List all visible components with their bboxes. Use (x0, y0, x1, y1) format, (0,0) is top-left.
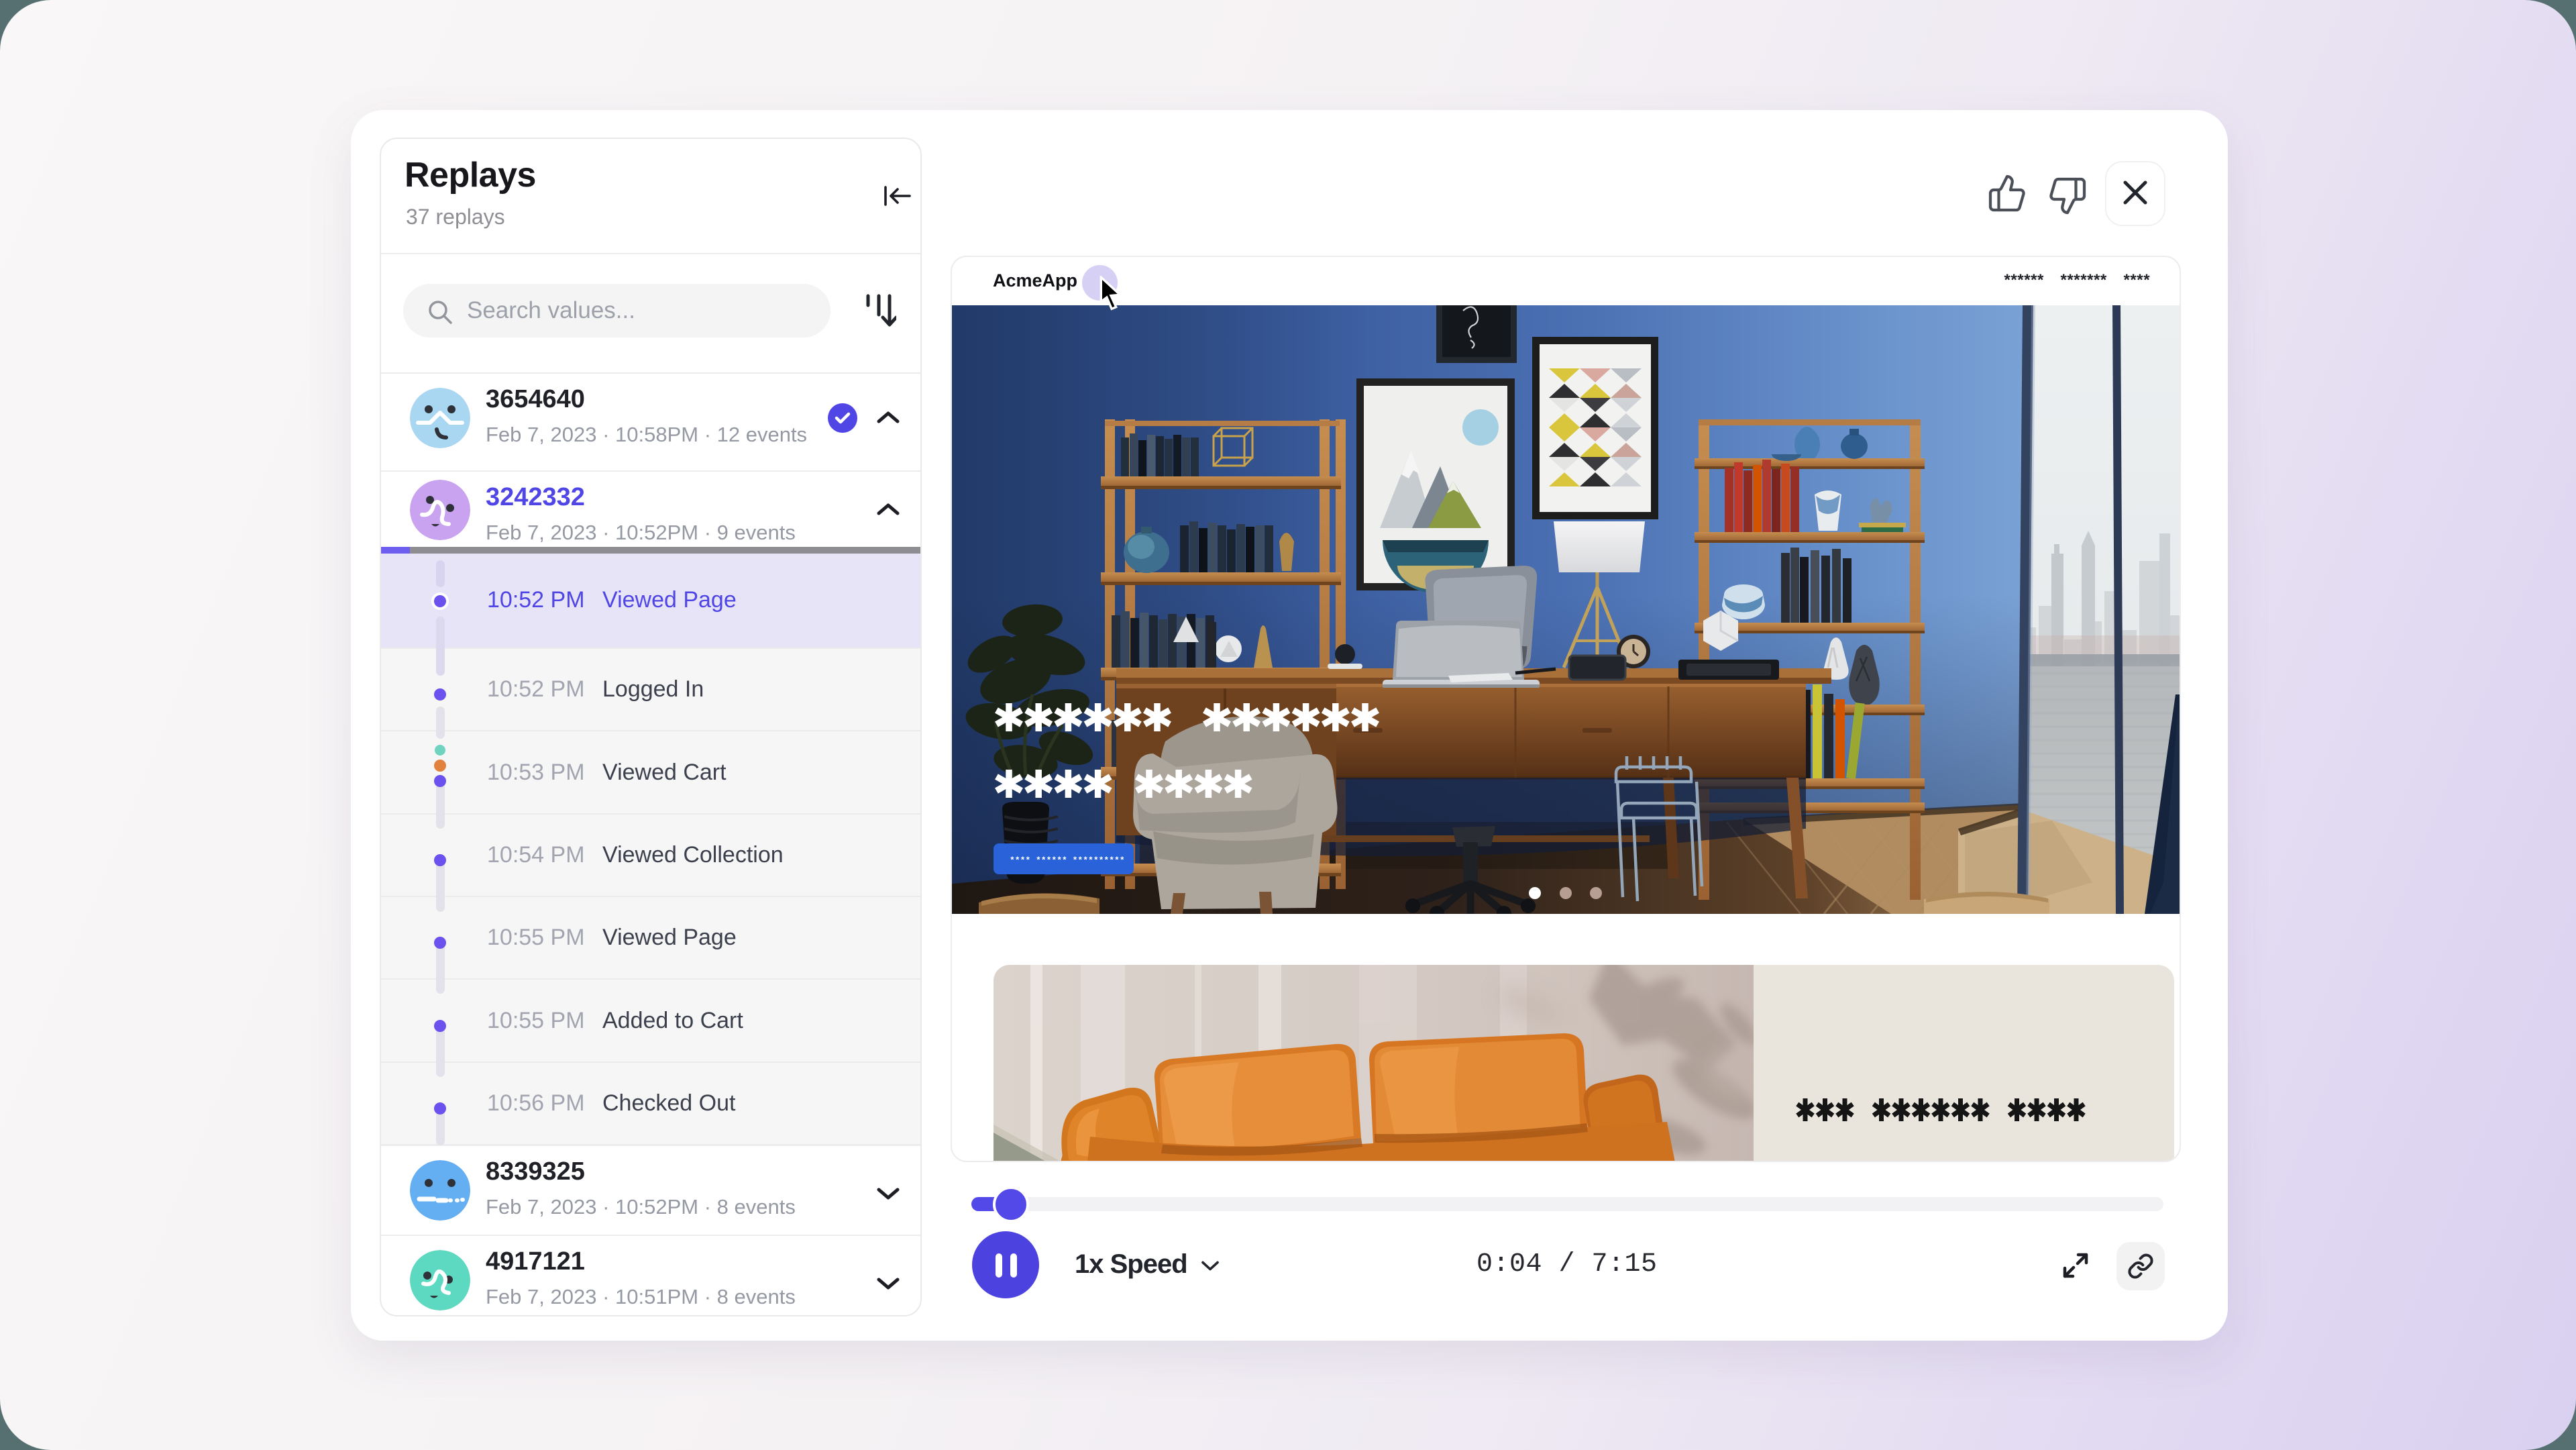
svg-text:**** ****** **********: **** ****** ********** (1010, 856, 1125, 866)
